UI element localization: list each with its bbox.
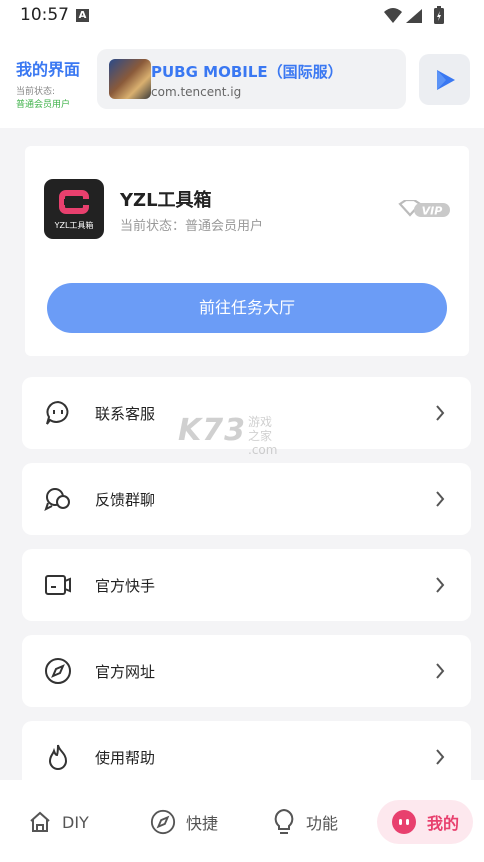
page-title: 我的界面	[16, 60, 81, 79]
menu-item-label: 官方快手	[95, 577, 156, 595]
signal-icon	[406, 9, 422, 23]
member-status: 当前状态：普通会员用户	[120, 219, 264, 234]
nav-item-functions[interactable]: 功能	[272, 800, 338, 844]
brand-block: 我的界面 当前状态: 普通会员用户	[16, 56, 80, 110]
play-icon	[436, 69, 455, 90]
menu-item-label: 官方网址	[95, 663, 156, 681]
chevron-right-icon	[436, 405, 445, 421]
chevron-right-icon	[436, 663, 445, 679]
nav-item-mine[interactable]: 我的	[377, 800, 474, 844]
menu-item-feedback-group[interactable]: 反馈群聊	[22, 463, 471, 535]
status-time: 10:57	[20, 5, 69, 25]
game-package: com.tencent.ig	[151, 85, 242, 99]
flame-icon	[48, 744, 68, 770]
video-camera-icon	[45, 575, 71, 595]
status-value: 普通会员用户	[16, 100, 71, 110]
nav-label: DIY	[62, 812, 89, 832]
game-thumbnail	[109, 59, 151, 99]
status-label: 当前状态:	[16, 87, 56, 97]
launch-button[interactable]	[419, 54, 470, 105]
menu-item-contact-support[interactable]: 联系客服	[22, 377, 471, 449]
nav-label: 功能	[306, 814, 339, 833]
bottom-nav: DIY 快捷 功能 我的	[0, 780, 484, 862]
menu-item-label: 反馈群聊	[95, 491, 156, 509]
nav-label: 我的	[427, 814, 460, 833]
member-name: YZL工具箱	[120, 190, 212, 211]
menu-item-official-website[interactable]: 官方网址	[22, 635, 471, 707]
wifi-icon	[384, 8, 402, 23]
vip-badge-icon: VIP	[398, 200, 450, 218]
group-chat-icon	[44, 488, 70, 511]
chat-bubble-icon	[46, 400, 69, 425]
nav-item-shortcuts[interactable]: 快捷	[150, 800, 218, 844]
compass-icon	[150, 809, 176, 835]
nav-item-diy[interactable]: DIY	[28, 800, 89, 844]
game-name: PUBG MOBILE（国际服）	[151, 63, 343, 81]
vip-badge-text: VIP	[422, 205, 443, 218]
status-bar: 10:57 A	[0, 0, 484, 34]
home-icon	[30, 811, 50, 832]
header: 我的界面 当前状态: 普通会员用户 PUBG MOBILE（国际服） com.t…	[0, 34, 484, 128]
watermark: K73 游戏之家 .com	[178, 413, 277, 457]
app-logo-text: YZL工具箱	[54, 221, 94, 230]
chevron-right-icon	[436, 491, 445, 507]
system-status-icons	[384, 6, 444, 24]
compass-icon	[45, 658, 71, 684]
robot-face-icon	[392, 810, 416, 834]
member-card: YZL工具箱 YZL工具箱 当前状态：普通会员用户 VIP 前往任务大厅	[25, 146, 469, 356]
task-hall-button[interactable]: 前往任务大厅	[47, 283, 447, 333]
lightbulb-icon	[274, 808, 294, 834]
game-selector[interactable]: PUBG MOBILE（国际服） com.tencent.ig	[97, 49, 406, 109]
app-logo: YZL工具箱	[44, 179, 104, 239]
watermark-line1: 游戏之家	[248, 415, 273, 443]
menu-item-label: 联系客服	[95, 405, 156, 423]
chevron-right-icon	[436, 749, 445, 765]
menu-item-official-kuaishou[interactable]: 官方快手	[22, 549, 471, 621]
nav-label: 快捷	[186, 814, 219, 833]
menu-item-label: 使用帮助	[95, 749, 156, 767]
watermark-main: K73	[178, 413, 246, 448]
chevron-right-icon	[436, 577, 445, 593]
notification-a-icon: A	[76, 9, 89, 22]
watermark-line2: .com	[248, 443, 278, 457]
